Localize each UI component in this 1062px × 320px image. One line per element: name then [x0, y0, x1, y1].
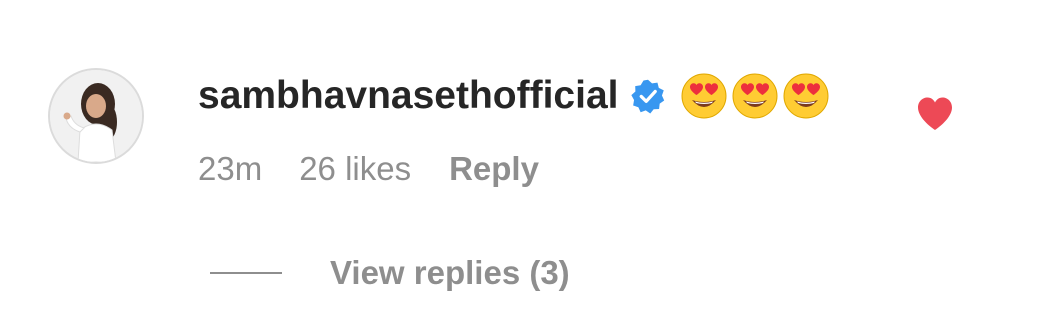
reply-button[interactable]: Reply	[449, 150, 539, 188]
emoji-row	[680, 72, 833, 120]
verified-badge-icon	[630, 78, 666, 114]
replies-divider-line	[210, 272, 282, 274]
view-replies-label: View replies (3)	[330, 254, 570, 291]
avatar[interactable]	[48, 68, 144, 164]
username[interactable]: sambhavnasethofficial	[198, 74, 618, 118]
view-replies-button[interactable]: View replies (3)	[210, 250, 570, 296]
like-heart-icon[interactable]	[916, 96, 954, 132]
comment-timestamp: 23m	[198, 150, 263, 187]
heart-eyes-emoji-icon	[681, 73, 727, 119]
comment-item: sambhavnasethofficial 23m 26 likes Reply…	[0, 0, 1062, 320]
comment-header: sambhavnasethofficial	[198, 68, 833, 124]
heart-eyes-emoji-icon	[732, 73, 778, 119]
avatar-image	[50, 70, 142, 162]
comment-likes-count[interactable]: 26 likes	[299, 150, 411, 188]
comment-meta: 23m 26 likes Reply	[198, 146, 539, 192]
heart-eyes-emoji-icon	[783, 73, 829, 119]
